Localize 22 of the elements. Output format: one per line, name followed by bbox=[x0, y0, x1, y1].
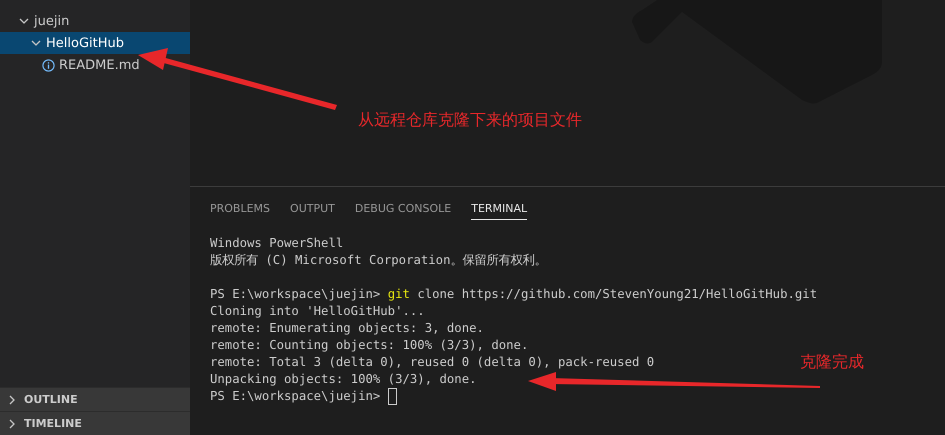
terminal-line: remote: Total 3 (delta 0), reused 0 (delta 0), pack-reused 0 bbox=[210, 354, 654, 371]
annotation-text: 从远程仓库克隆下来的项目文件 bbox=[358, 110, 582, 131]
section-header[interactable]: OUTLINE bbox=[0, 387, 190, 411]
panel-tab[interactable]: PROBLEMS bbox=[210, 198, 270, 220]
tree-item[interactable]: README.md bbox=[0, 54, 190, 76]
terminal-line: remote: Counting objects: 100% (3/3), done. bbox=[210, 337, 528, 354]
panel-tab[interactable]: DEBUG CONSOLE bbox=[354, 198, 452, 220]
annotation-text: 克隆完成 bbox=[800, 352, 864, 373]
terminal-line: remote: Enumerating objects: 3, done. bbox=[210, 320, 484, 337]
info-icon bbox=[42, 58, 55, 72]
panel-tab[interactable]: TERMINAL bbox=[471, 198, 528, 220]
terminal-line: Windows PowerShell bbox=[210, 235, 344, 252]
panel-tab[interactable]: OUTPUT bbox=[290, 198, 335, 220]
tree-item[interactable]: juejin bbox=[0, 10, 190, 32]
terminal-line: PS E:\workspace\juejin> git clone https://github.com/StevenYoung21/HelloGitHub.git bbox=[210, 286, 818, 303]
terminal-cursor bbox=[388, 388, 398, 406]
terminal-line: Cloning into 'HelloGitHub'... bbox=[210, 303, 425, 320]
tree-item[interactable]: HelloGitHub bbox=[0, 32, 190, 54]
terminal-line: 版权所有 (C) Microsoft Corporation。保留所有权利。 bbox=[210, 252, 546, 269]
terminal-prompt: PS E:\workspace\juejin> bbox=[210, 389, 380, 403]
terminal-line: Unpacking objects: 100% (3/3), done. bbox=[210, 371, 477, 388]
section-header[interactable]: TIMELINE bbox=[0, 411, 190, 435]
